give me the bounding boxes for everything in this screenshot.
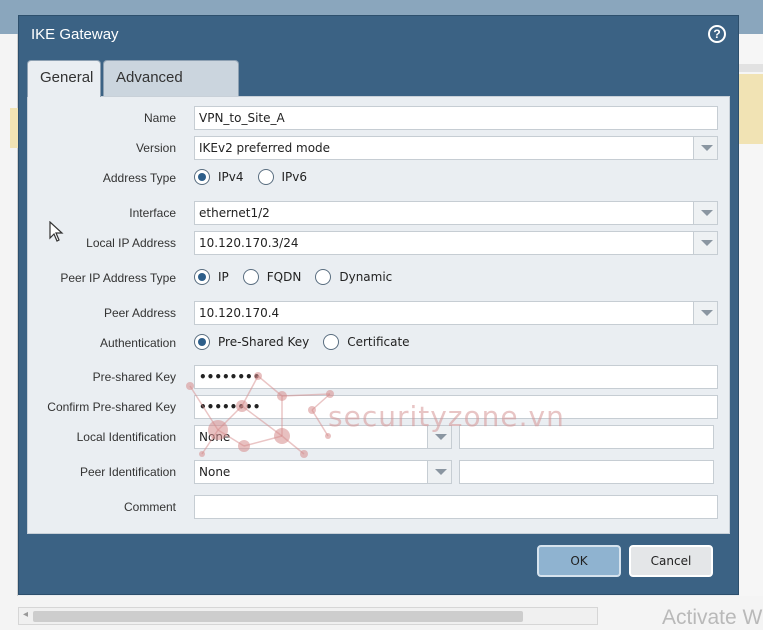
peer-identification-detail-input[interactable] [459, 460, 714, 484]
local-ip-label: Local IP Address [86, 236, 176, 250]
authentication-certificate-label: Certificate [347, 335, 410, 349]
general-panel: Name VPN_to_Site_A Version IKEv2 preferr… [27, 96, 730, 534]
tab-advanced-options[interactable]: Advanced Options [103, 60, 239, 120]
peer-address-select[interactable]: 10.120.170.4 [194, 301, 718, 325]
peer-ip-type-radio-group: IP FQDN Dynamic [194, 269, 406, 285]
authentication-psk-option[interactable]: Pre-Shared Key [194, 334, 309, 350]
peer-address-value: 10.120.170.4 [199, 306, 280, 320]
peer-ip-type-fqdn-label: FQDN [266, 270, 302, 284]
peer-ip-type-fqdn-option[interactable]: FQDN [242, 269, 302, 285]
dialog-title: IKE Gateway [31, 26, 119, 43]
name-label: Name [143, 111, 176, 125]
interface-label: Interface [129, 206, 176, 220]
radio-selected-icon[interactable] [194, 169, 210, 185]
interface-value: ethernet1/2 [199, 206, 270, 220]
peer-ip-type-dynamic-option[interactable]: Dynamic [315, 269, 392, 285]
scroll-left-icon[interactable]: ◂ [23, 609, 28, 620]
version-select[interactable]: IKEv2 preferred mode [194, 136, 718, 160]
authentication-radio-group: Pre-Shared Key Certificate [194, 334, 424, 350]
watermark-text: securityzone.vn [328, 400, 565, 433]
address-type-radio-group: IPv4 IPv6 [194, 169, 321, 185]
horizontal-scrollbar[interactable]: ◂ [18, 607, 598, 625]
background-left-pane [0, 34, 18, 630]
name-input[interactable]: VPN_to_Site_A [194, 106, 718, 130]
address-type-ipv4-option[interactable]: IPv4 [194, 169, 244, 185]
activate-windows-watermark: Activate W [662, 606, 763, 629]
help-icon[interactable]: ? [708, 25, 726, 43]
authentication-psk-label: Pre-Shared Key [218, 335, 310, 349]
interface-select[interactable]: ethernet1/2 [194, 201, 718, 225]
peer-identification-select[interactable]: None [194, 460, 452, 484]
chevron-down-icon[interactable] [693, 302, 717, 324]
local-ip-select[interactable]: 10.120.170.3/24 [194, 231, 718, 255]
background-right-pane [739, 34, 763, 630]
pre-shared-key-input[interactable]: •••••••• [194, 365, 718, 389]
radio-unselected-icon[interactable] [257, 169, 274, 185]
peer-ip-type-dynamic-label: Dynamic [339, 270, 393, 284]
peer-address-label: Peer Address [103, 306, 176, 320]
authentication-certificate-option[interactable]: Certificate [323, 334, 410, 350]
address-type-ipv6-option[interactable]: IPv6 [257, 169, 308, 185]
peer-identification-label: Peer Identification [79, 465, 176, 479]
cancel-button[interactable]: Cancel [629, 545, 713, 577]
confirm-key-label: Confirm Pre-shared Key [47, 400, 176, 414]
local-ip-value: 10.120.170.3/24 [199, 236, 299, 250]
comment-label: Comment [123, 500, 176, 514]
radio-selected-icon[interactable] [194, 269, 210, 285]
address-type-ipv6-label: IPv6 [281, 170, 308, 184]
chevron-down-icon[interactable] [693, 202, 717, 224]
peer-ip-type-label: Peer IP Address Type [60, 271, 176, 285]
local-identification-label: Local Identification [76, 430, 176, 444]
radio-unselected-icon[interactable] [323, 334, 340, 350]
comment-input[interactable] [194, 495, 718, 519]
scrollbar-thumb[interactable] [33, 611, 523, 622]
version-value: IKEv2 preferred mode [199, 141, 331, 155]
chevron-down-icon[interactable] [693, 137, 717, 159]
authentication-label: Authentication [99, 336, 176, 350]
ike-gateway-dialog: IKE Gateway ? General Advanced Options N… [18, 15, 739, 595]
address-type-label: Address Type [102, 171, 176, 185]
local-identification-value: None [199, 430, 231, 444]
peer-ip-type-ip-option[interactable]: IP [194, 269, 229, 285]
ok-button[interactable]: OK [537, 545, 621, 577]
peer-identification-value: None [199, 465, 231, 479]
version-label: Version [135, 141, 176, 155]
pre-shared-key-label: Pre-shared Key [92, 370, 176, 384]
tab-general[interactable]: General [27, 60, 101, 97]
address-type-ipv4-label: IPv4 [218, 170, 244, 184]
chevron-down-icon[interactable] [693, 232, 717, 254]
radio-selected-icon[interactable] [194, 334, 210, 350]
mouse-cursor-icon [49, 221, 64, 242]
radio-unselected-icon[interactable] [242, 269, 259, 285]
radio-unselected-icon[interactable] [315, 269, 332, 285]
chevron-down-icon[interactable] [427, 461, 451, 483]
peer-ip-type-ip-label: IP [218, 270, 229, 284]
